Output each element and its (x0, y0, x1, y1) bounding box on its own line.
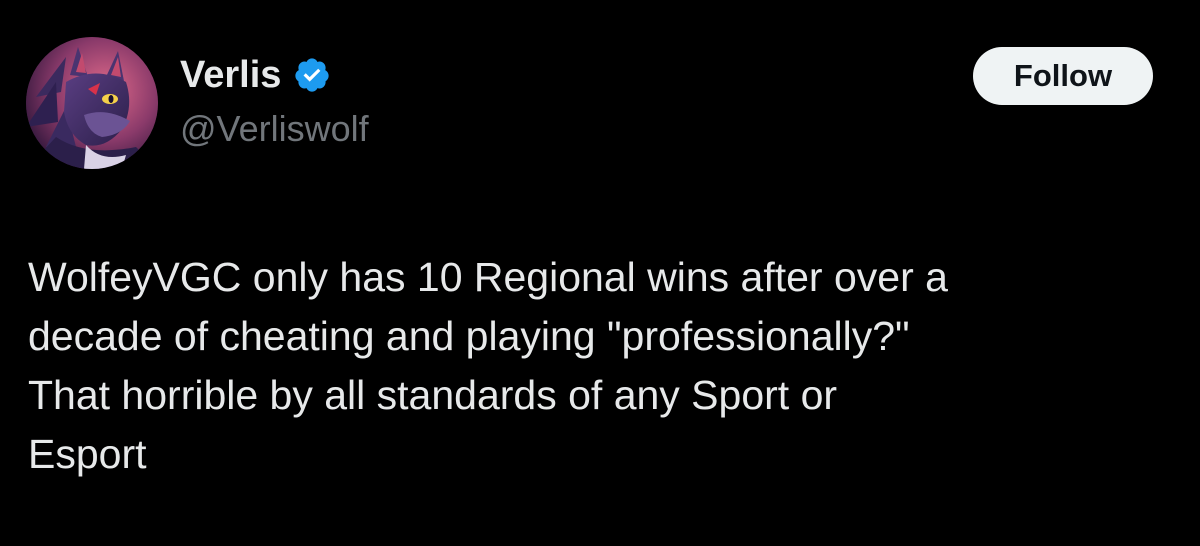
tweet-text: WolfeyVGC only has 10 Regional wins afte… (28, 254, 948, 477)
user-handle[interactable]: @Verliswolf (180, 108, 369, 150)
avatar[interactable] (26, 37, 158, 169)
user-info: Verlis @Verliswolf (180, 50, 369, 150)
tweet-card: Verlis @Verliswolf Follow WolfeyVGC only… (0, 0, 1200, 546)
name-row: Verlis (180, 50, 369, 100)
verified-badge-icon (293, 56, 331, 94)
follow-button[interactable]: Follow (973, 47, 1153, 105)
wolf-avatar-icon (26, 37, 158, 169)
display-name[interactable]: Verlis (180, 54, 281, 97)
